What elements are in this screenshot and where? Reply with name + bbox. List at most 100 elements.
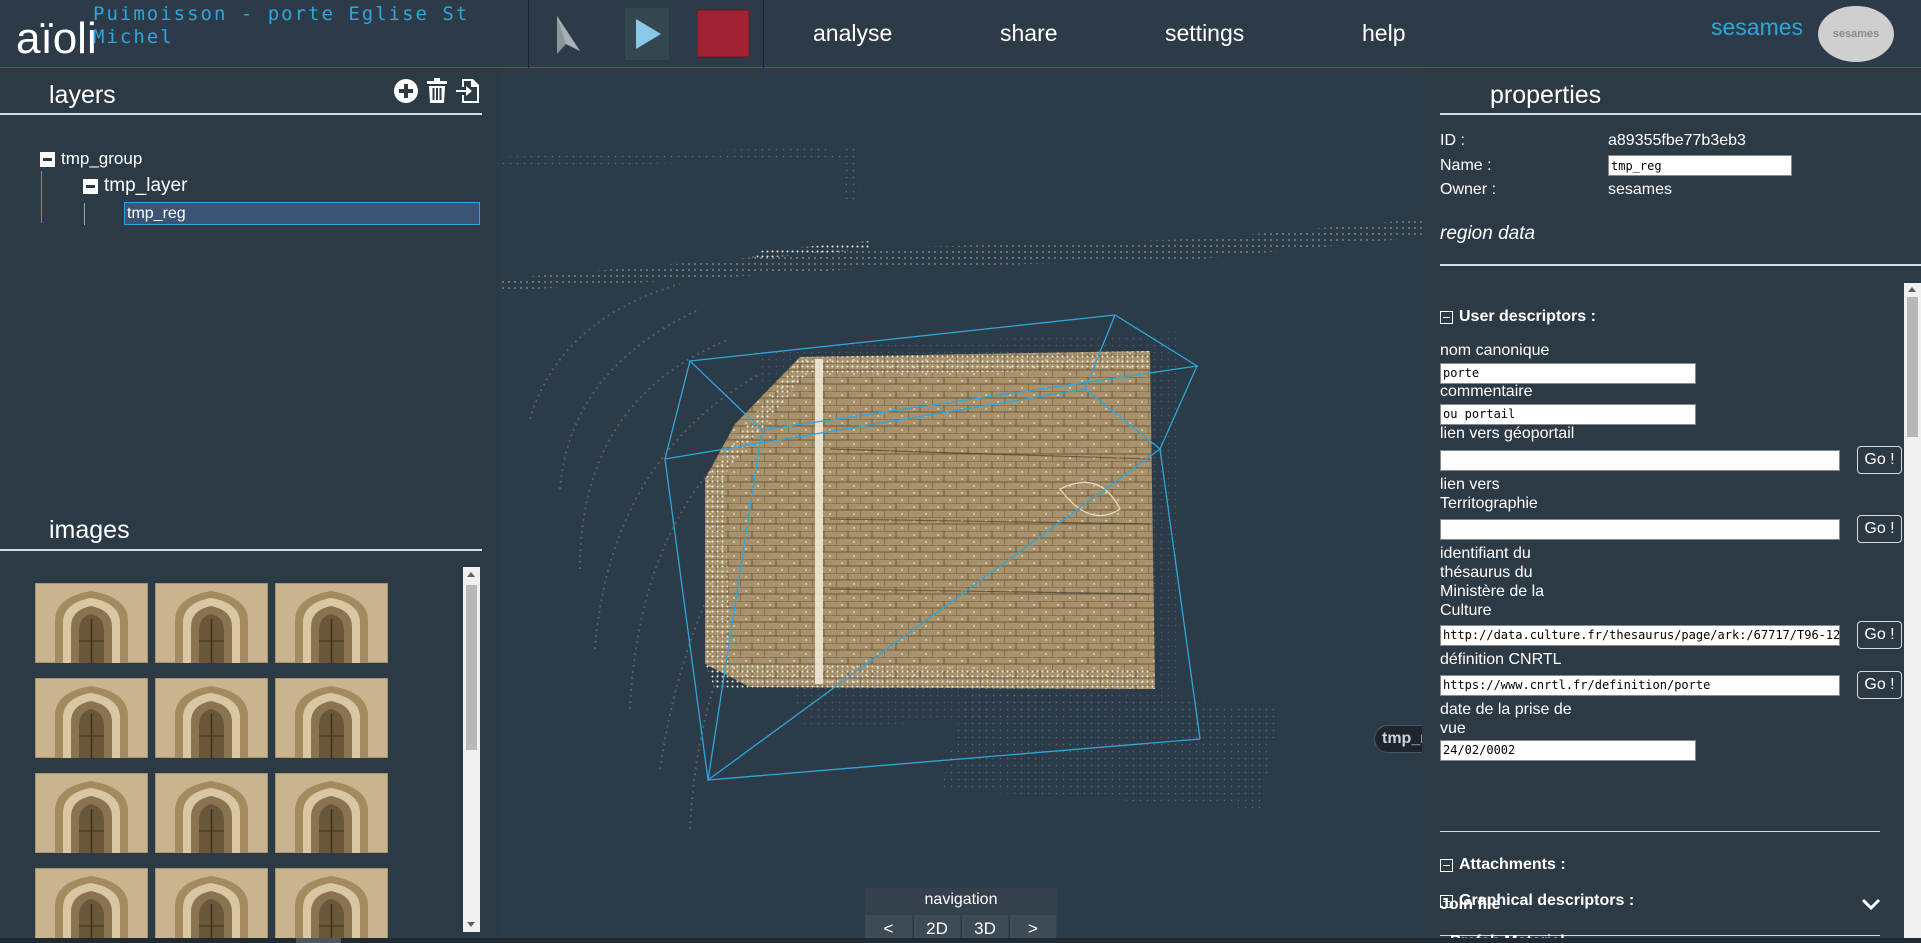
properties-title: properties xyxy=(1490,81,1602,109)
image-thumbnail[interactable] xyxy=(35,772,149,854)
horizontal-scrollbar[interactable] xyxy=(0,938,1921,943)
date-label: date de la prise de vue xyxy=(1440,701,1572,737)
aioli-logo[interactable]: aïoli xyxy=(16,9,97,63)
point-cloud-viewport[interactable]: tmp_reg navigation < 2D 3D > xyxy=(500,69,1422,943)
portal-photo-icon xyxy=(274,772,389,854)
menu-help[interactable]: help xyxy=(1362,20,1405,47)
image-thumbnail[interactable] xyxy=(154,583,269,664)
thesaurus-go-button[interactable]: Go ! xyxy=(1857,621,1902,649)
avatar[interactable]: sesames xyxy=(1818,6,1894,62)
collapse-icon[interactable] xyxy=(40,151,55,167)
thesaurus-label: identifiant du thésaurus du Ministère de l… xyxy=(1440,545,1545,619)
image-thumbnail[interactable] xyxy=(154,867,269,939)
scrollbar-thumb[interactable] xyxy=(466,585,477,750)
export-layer-button[interactable] xyxy=(455,78,481,104)
portal-photo-icon xyxy=(35,583,149,664)
id-value: a89355fbe77b3eb3 xyxy=(1608,132,1746,149)
images-divider xyxy=(0,549,482,551)
user-descriptors-header[interactable]: User descriptors : xyxy=(1440,308,1596,326)
territographie-go-button[interactable]: Go ! xyxy=(1857,515,1902,543)
region-divider xyxy=(1440,264,1921,266)
portal-photo-icon xyxy=(274,867,389,939)
section-divider xyxy=(1440,831,1880,832)
image-thumbnail[interactable] xyxy=(35,677,149,759)
region-data-title: region data xyxy=(1440,223,1536,244)
top-bar: aïoli Puimoisson - porte Eglise St Miche… xyxy=(0,0,1921,68)
owner-label: Owner : xyxy=(1440,181,1497,198)
date-input[interactable]: 24/02/0002 xyxy=(1440,740,1696,761)
name-label: Name : xyxy=(1440,157,1492,174)
cnrtl-input[interactable]: https://www.cnrtl.fr/definition/porte xyxy=(1440,675,1840,696)
scrollbar-thumb[interactable] xyxy=(1907,297,1918,437)
nom-canonique-label: nom canonique xyxy=(1440,342,1550,359)
layers-title: layers xyxy=(49,81,116,109)
properties-panel: properties ID : a89355fbe77b3eb3 Name : … xyxy=(1422,69,1921,943)
menu-settings[interactable]: settings xyxy=(1165,20,1244,47)
image-thumbnail[interactable] xyxy=(274,583,389,664)
portal-photo-icon xyxy=(154,867,269,939)
owner-value: sesames xyxy=(1608,181,1673,198)
images-scrollbar[interactable] xyxy=(463,567,480,932)
nom-canonique-input[interactable]: porte xyxy=(1440,363,1696,384)
graphical-descriptors-header[interactable]: Graphical descriptors : xyxy=(1440,892,1634,910)
geoportail-input[interactable] xyxy=(1440,450,1840,471)
section-title: Graphical descriptors : xyxy=(1459,892,1635,909)
user-name[interactable]: sesames xyxy=(1711,14,1803,41)
image-thumbnail[interactable] xyxy=(274,867,389,939)
tree-node-label: tmp_group xyxy=(61,149,143,168)
name-input[interactable] xyxy=(1608,155,1792,176)
scroll-up-icon[interactable] xyxy=(467,572,475,577)
tree-node-region-selected[interactable]: tmp_reg xyxy=(124,202,480,225)
image-thumbnail[interactable] xyxy=(35,583,149,664)
stop-button[interactable] xyxy=(696,7,750,61)
scroll-down-icon[interactable] xyxy=(467,922,475,927)
left-panel: layers tmp_group tmp_layer tmp_reg image… xyxy=(0,69,500,943)
select-tool-button[interactable] xyxy=(545,7,591,61)
geoportail-go-button[interactable]: Go ! xyxy=(1857,446,1902,474)
tree-node-label: tmp_layer xyxy=(104,175,188,196)
thesaurus-input[interactable]: http://data.culture.fr/thesaurus/page/ar… xyxy=(1440,625,1840,646)
descriptors-scrollbar[interactable] xyxy=(1904,283,1921,943)
collapse-icon[interactable] xyxy=(1440,310,1453,324)
play-button[interactable] xyxy=(624,7,670,61)
menu-analyse[interactable]: analyse xyxy=(813,20,892,47)
scroll-up-icon[interactable] xyxy=(1908,287,1916,292)
commentaire-input[interactable]: ou portail xyxy=(1440,404,1696,425)
chevron-down-icon[interactable] xyxy=(1860,893,1882,915)
file-export-icon xyxy=(456,79,479,103)
tree-connector xyxy=(41,171,42,223)
properties-divider xyxy=(1440,113,1921,115)
delete-layer-button[interactable] xyxy=(424,78,450,104)
tree-node-layer[interactable]: tmp_layer xyxy=(83,175,187,197)
portal-photo-icon xyxy=(154,677,269,759)
images-title: images xyxy=(49,516,130,544)
region-label-tag[interactable]: tmp_reg xyxy=(1374,725,1422,753)
image-thumbnail[interactable] xyxy=(35,867,149,939)
portal-photo-icon xyxy=(274,583,389,664)
tree-node-group[interactable]: tmp_group xyxy=(40,149,142,169)
territographie-input[interactable] xyxy=(1440,519,1840,540)
section-title: User descriptors : xyxy=(1459,308,1596,325)
descriptors-scroll-area[interactable]: User descriptors : nom canonique porte c… xyxy=(1422,283,1921,943)
menu-share[interactable]: share xyxy=(1000,20,1058,47)
logo-text: aïoli xyxy=(16,14,96,57)
image-thumbnail[interactable] xyxy=(154,772,269,854)
layers-divider xyxy=(0,113,482,115)
scrollbar-thumb[interactable] xyxy=(296,938,341,943)
collapse-icon[interactable] xyxy=(83,178,98,194)
portal-photo-icon xyxy=(35,772,149,854)
image-thumbnail[interactable] xyxy=(274,772,389,854)
play-icon xyxy=(636,19,661,49)
collapse-icon[interactable] xyxy=(1440,894,1453,908)
geoportail-label: lien vers géoportail xyxy=(1440,425,1575,442)
navigation-control: navigation < 2D 3D > xyxy=(865,888,1057,943)
commentaire-label: commentaire xyxy=(1440,383,1533,400)
image-thumbnail[interactable] xyxy=(274,677,389,759)
attachments-header[interactable]: Attachments : xyxy=(1440,856,1566,874)
add-layer-button[interactable] xyxy=(393,78,419,104)
cursor-arrow-icon xyxy=(557,16,580,54)
portal-photo-icon xyxy=(35,677,149,759)
collapse-icon[interactable] xyxy=(1440,858,1453,872)
cnrtl-go-button[interactable]: Go ! xyxy=(1857,671,1902,699)
image-thumbnail[interactable] xyxy=(154,677,269,759)
